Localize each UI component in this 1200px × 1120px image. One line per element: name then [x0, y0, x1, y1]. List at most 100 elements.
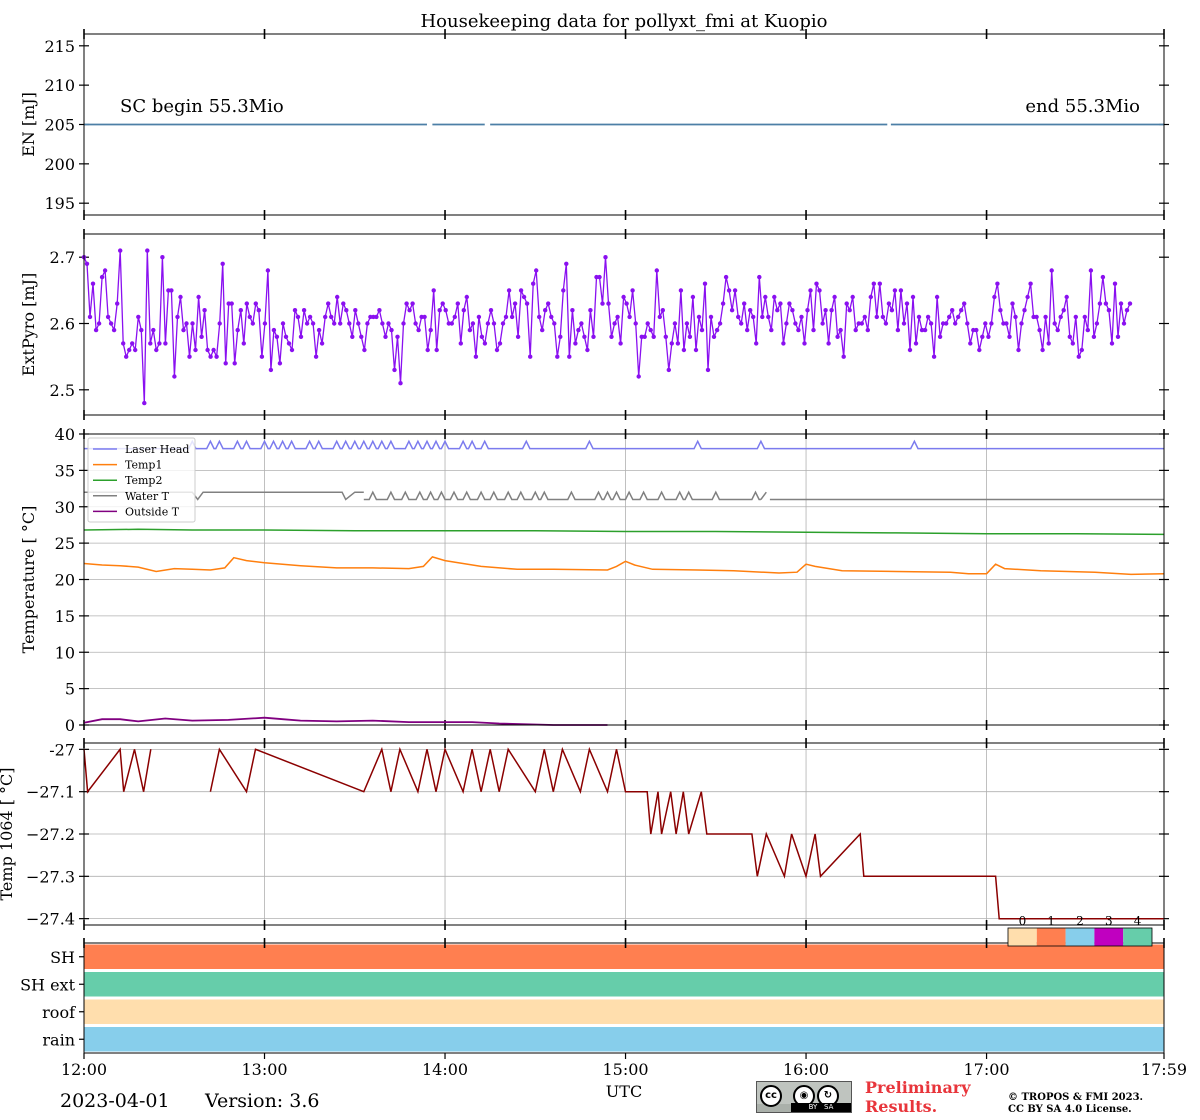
extpyro-point — [669, 341, 674, 346]
extpyro-point — [105, 314, 111, 320]
extpyro-point — [99, 274, 105, 280]
extpyro-point — [277, 361, 283, 366]
extpyro-point — [570, 308, 575, 313]
extpyro-point — [944, 321, 949, 326]
extpyro-point — [353, 308, 358, 313]
extpyro-point — [1100, 274, 1106, 280]
extpyro-point — [142, 400, 147, 406]
extpyro-point — [521, 294, 527, 300]
extpyro-point — [751, 314, 756, 320]
colorbar-tick-label: 3 — [1105, 914, 1113, 928]
extpyro-point — [711, 334, 717, 339]
extpyro-point — [729, 308, 735, 313]
extpyro-point — [232, 361, 237, 366]
extpyro-point — [151, 327, 156, 333]
extpyro-point — [1052, 321, 1057, 326]
extpyro-point — [736, 314, 741, 320]
extpyro-point — [901, 321, 907, 326]
extpyro-point — [111, 327, 117, 333]
extpyro-point — [304, 321, 310, 326]
extpyro-point — [497, 341, 503, 346]
extpyro-point — [549, 314, 554, 320]
extpyro-point — [748, 308, 753, 313]
extpyro-point — [217, 321, 222, 326]
extpyro-point — [989, 321, 994, 326]
extpyro-point — [898, 288, 904, 293]
extpyro-point — [784, 321, 789, 326]
extpyro-point — [313, 354, 319, 359]
extpyro-point — [865, 327, 870, 333]
x-tick-label: 14:00 — [422, 1060, 468, 1079]
colorbar-tick-label: 1 — [1047, 914, 1055, 928]
y-tick-label: 35 — [55, 461, 75, 480]
extpyro-point — [1094, 321, 1100, 326]
extpyro-point — [401, 321, 406, 326]
extpyro-point — [763, 294, 768, 300]
y-axis-label: Temp 1064 [ °C] — [0, 767, 16, 900]
colorbar-tick-label: 4 — [1134, 914, 1142, 928]
extpyro-point — [344, 308, 349, 313]
extpyro-point — [482, 341, 488, 346]
extpyro-point — [717, 321, 723, 326]
extpyro-point — [205, 347, 210, 353]
y-tick-label: −27.2 — [26, 825, 75, 844]
extpyro-point — [178, 294, 183, 300]
extpyro-point — [157, 341, 162, 346]
extpyro-point — [437, 308, 442, 313]
extpyro-point — [434, 347, 439, 353]
extpyro-point — [130, 341, 135, 346]
extpyro-point — [760, 314, 765, 320]
extpyro-point — [404, 301, 409, 306]
outside-t-line — [83, 716, 608, 726]
extpyro-point — [675, 341, 681, 346]
extpyro-point — [615, 314, 620, 320]
extpyro-point — [723, 274, 729, 280]
colorbar-cell — [1036, 928, 1066, 946]
extpyro-point — [558, 334, 563, 339]
extpyro-point — [332, 321, 337, 326]
extpyro-point — [645, 321, 650, 326]
extpyro-point — [696, 314, 702, 320]
extpyro-point — [925, 314, 931, 320]
extpyro-point — [844, 301, 849, 306]
extpyro-point — [515, 334, 521, 339]
extpyro-point — [93, 327, 99, 333]
extpyro-point — [127, 347, 132, 353]
extpyro-point — [449, 321, 454, 326]
extpyro-point — [1088, 268, 1094, 273]
extpyro-point — [199, 334, 204, 339]
housekeeping-figure: Housekeeping data for pollyxt_fmi at Kuo… — [0, 11, 1187, 1101]
extpyro-point — [1067, 334, 1073, 339]
extpyro-point — [84, 261, 90, 266]
extpyro-point — [238, 308, 243, 313]
extpyro-point — [286, 341, 292, 346]
extpyro-point — [699, 327, 705, 333]
copyright-note: © TROPOS & FMI 2023. CC BY SA 4.0 Licens… — [1008, 1092, 1144, 1115]
extpyro-point — [537, 314, 542, 320]
extpyro-point — [702, 281, 708, 286]
extpyro-point — [600, 301, 605, 306]
extpyro-point — [814, 281, 819, 286]
extpyro-point — [687, 334, 693, 339]
extpyro-point — [301, 308, 307, 313]
extpyro-point — [678, 288, 684, 293]
extpyro-point — [1091, 334, 1097, 339]
extpyro-point — [235, 327, 240, 333]
extpyro-point — [416, 327, 421, 333]
extpyro-point — [690, 294, 696, 300]
colorbar-cell — [1094, 928, 1124, 946]
extpyro-point — [636, 374, 641, 379]
extpyro-point — [799, 314, 804, 320]
y-axis-label: ExtPyro [mJ] — [19, 273, 38, 376]
extpyro-point — [883, 321, 889, 326]
extpyro-point — [681, 347, 687, 353]
extpyro-point — [802, 341, 807, 346]
extpyro-point — [374, 314, 379, 320]
extpyro-point — [666, 367, 671, 373]
extpyro-point — [319, 341, 325, 346]
y-tick-label: -27 — [49, 740, 75, 759]
extpyro-point — [892, 288, 898, 293]
extpyro-point — [473, 354, 479, 359]
extpyro-point — [154, 347, 159, 353]
extpyro-point — [841, 354, 846, 359]
